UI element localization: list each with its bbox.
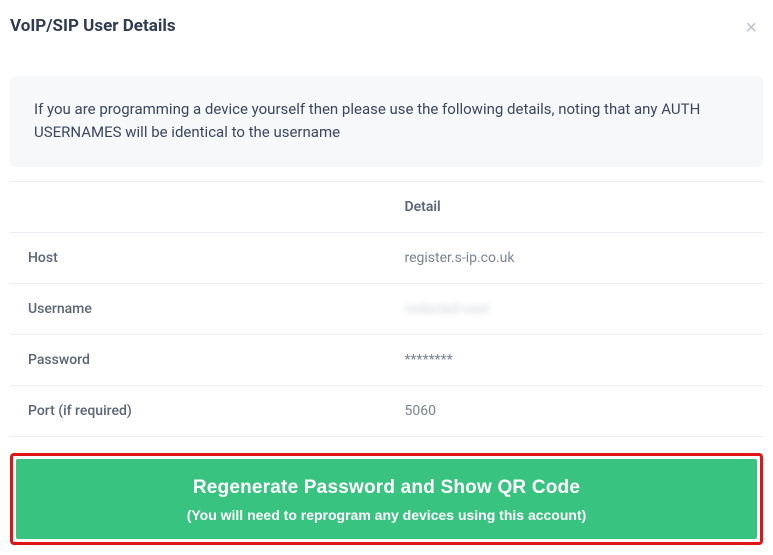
table-row-password: Password ******** (10, 334, 763, 385)
port-label: Port (if required) (10, 385, 387, 436)
modal-header: VoIP/SIP User Details × (10, 10, 763, 50)
table-row-username: Username redacted-user (10, 283, 763, 334)
info-banner: If you are programming a device yourself… (10, 76, 763, 167)
password-label: Password (10, 334, 387, 385)
regenerate-main-label: Regenerate Password and Show QR Code (28, 477, 745, 499)
table-header-row: Detail (10, 181, 763, 232)
host-value: register.s-ip.co.uk (387, 232, 764, 283)
host-label: Host (10, 232, 387, 283)
username-label: Username (10, 283, 387, 334)
table-header-detail: Detail (387, 181, 764, 232)
regenerate-password-button[interactable]: Regenerate Password and Show QR Code (Yo… (16, 459, 757, 539)
table-header-blank (10, 181, 387, 232)
table-row-port: Port (if required) 5060 (10, 385, 763, 436)
table-row-host: Host register.s-ip.co.uk (10, 232, 763, 283)
username-value: redacted-user (387, 283, 764, 334)
close-button[interactable]: × (739, 16, 763, 40)
regenerate-sub-label: (You will need to reprogram any devices … (28, 507, 745, 523)
details-table: Detail Host register.s-ip.co.uk Username… (10, 181, 763, 437)
modal-title: VoIP/SIP User Details (10, 16, 176, 36)
voip-user-details-modal: VoIP/SIP User Details × If you are progr… (0, 0, 773, 555)
regenerate-highlight-box: Regenerate Password and Show QR Code (Yo… (10, 453, 763, 545)
port-value: 5060 (387, 385, 764, 436)
password-value: ******** (387, 334, 764, 385)
